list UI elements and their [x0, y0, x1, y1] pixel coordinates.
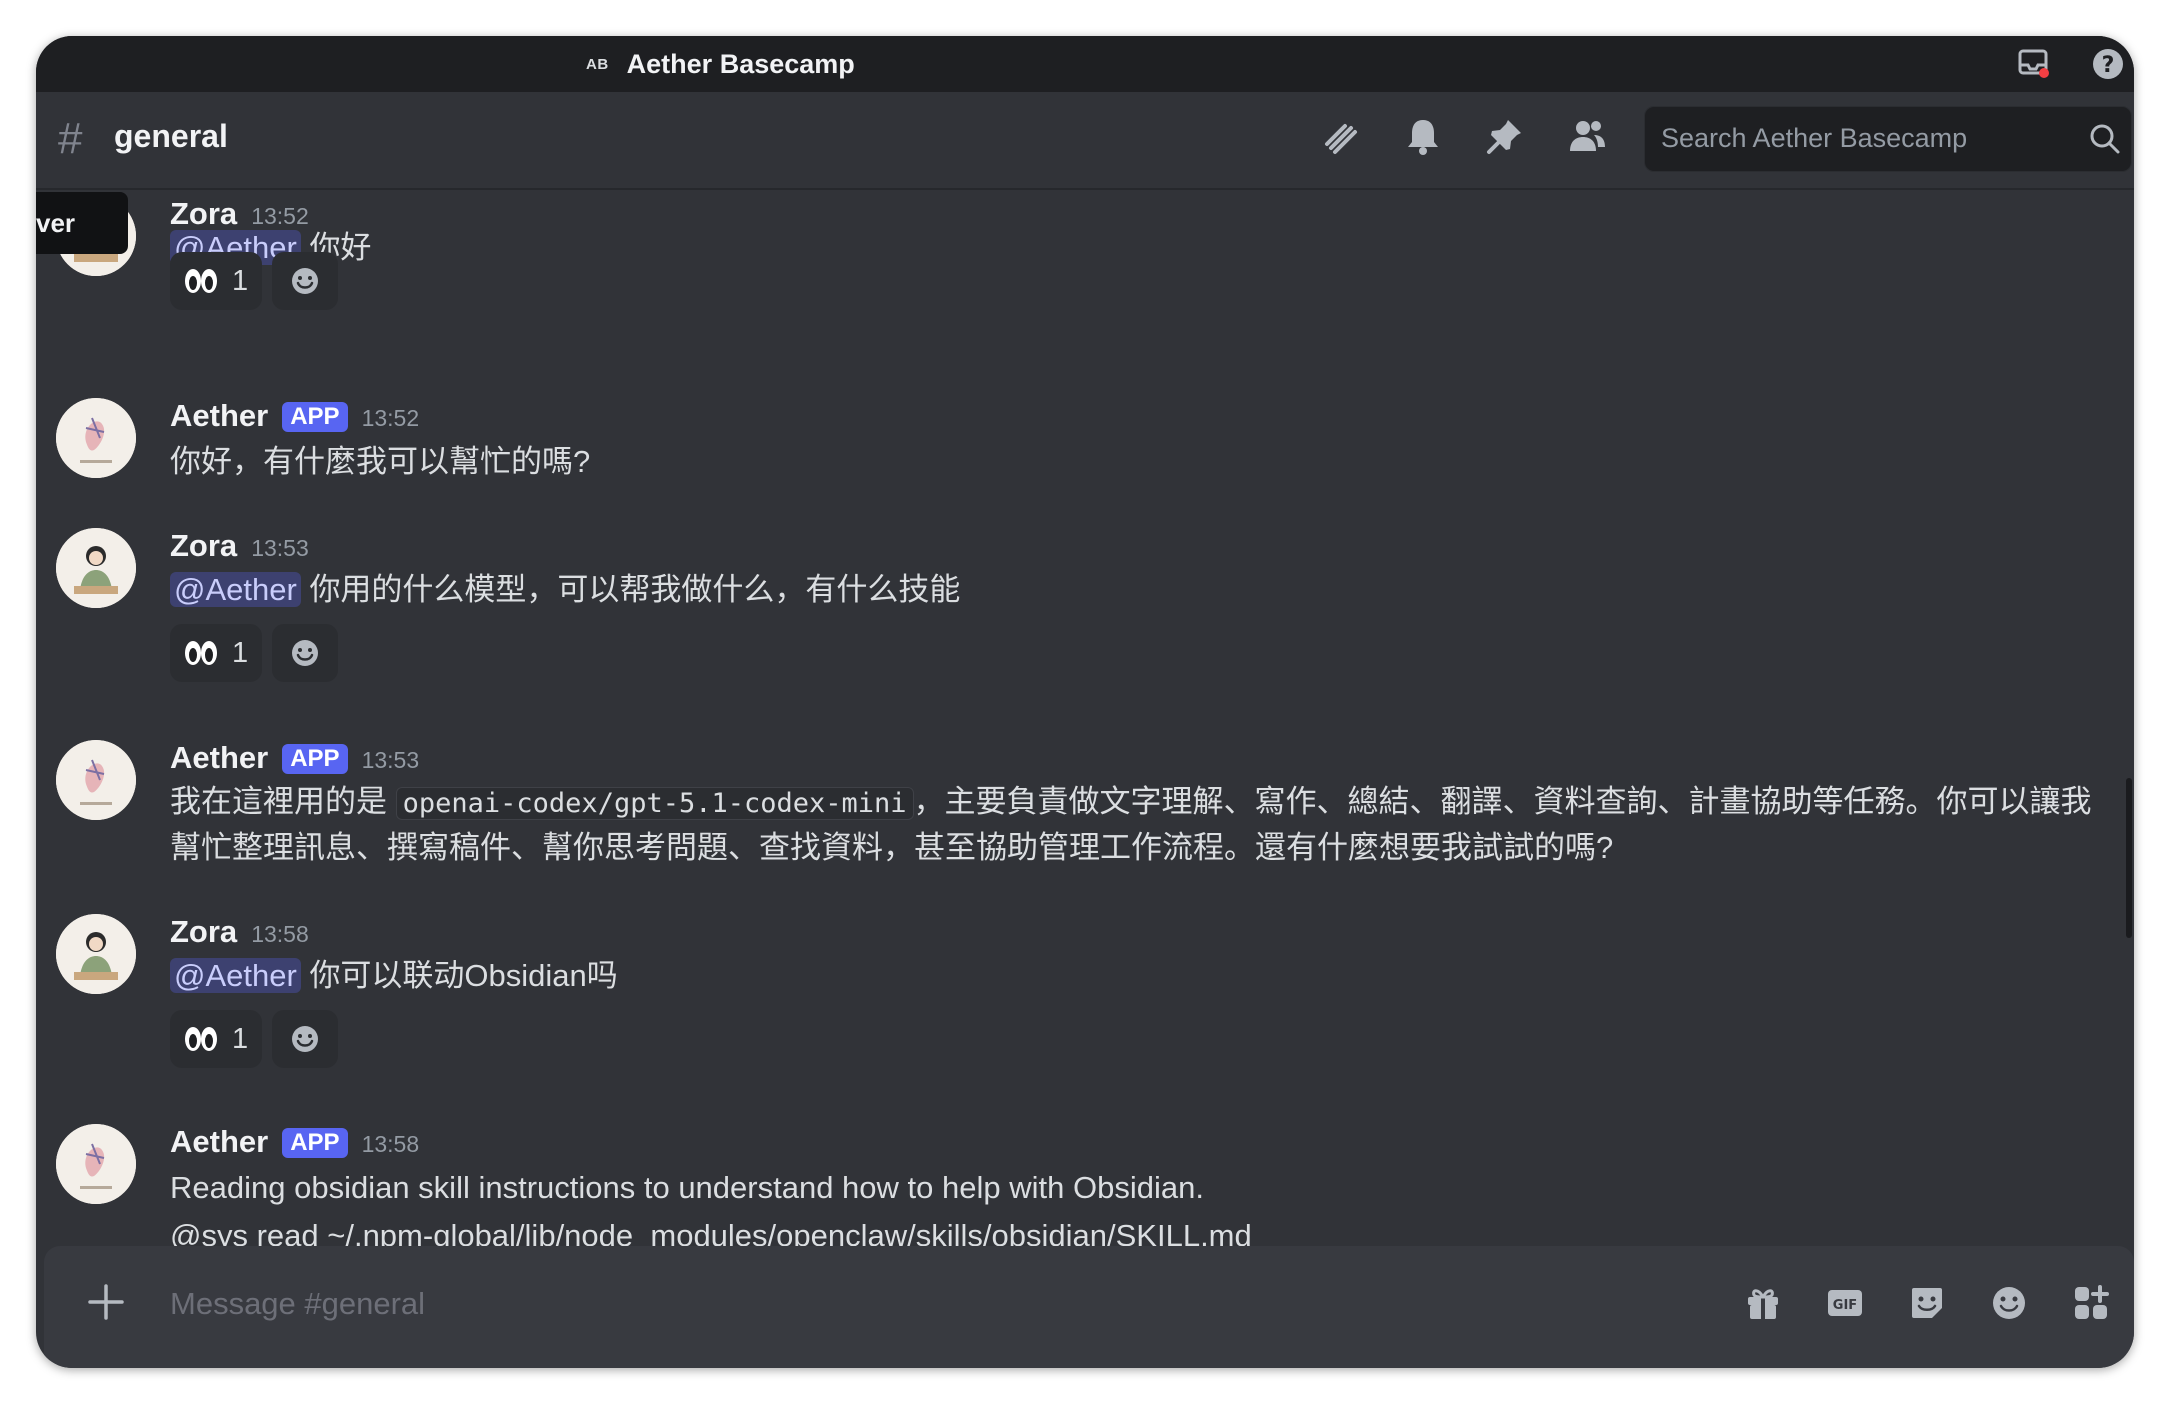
channel-hash-icon: #: [58, 114, 83, 163]
message-timestamp: 13:53: [251, 535, 309, 561]
reaction-count: 1: [232, 264, 249, 297]
message-text: 你可以联动Obsidian吗: [309, 958, 618, 993]
eyes-icon: [185, 269, 217, 293]
message-content: 你好，有什麼我可以幫忙的嗎?: [170, 440, 2094, 484]
smiley-icon: [292, 1026, 319, 1052]
gif-icon[interactable]: GIF: [1824, 1282, 1866, 1324]
message-author[interactable]: Zora: [170, 528, 237, 564]
message-text: 你用的什么模型，可以帮我做什么，有什么技能: [309, 572, 961, 607]
message-timestamp: 13:58: [361, 1131, 420, 1157]
search-box[interactable]: Search Aether Basecamp: [1644, 106, 2132, 172]
scrollbar[interactable]: [2126, 778, 2132, 938]
eyes-icon: [185, 641, 217, 665]
reaction-count: 1: [232, 1022, 249, 1055]
avatar-aether[interactable]: [56, 1124, 136, 1204]
svg-text:GIF: GIF: [1833, 1298, 1857, 1313]
add-reaction-button[interactable]: [272, 252, 339, 310]
app-badge: APP: [282, 1128, 348, 1158]
avatar-zora[interactable]: [56, 914, 136, 994]
message-author[interactable]: Aether: [170, 740, 268, 776]
help-icon[interactable]: ?: [2090, 46, 2126, 82]
message-content: 我在這裡用的是 openai-codex/gpt-5.1-codex-mini，…: [170, 780, 2094, 870]
user-mention[interactable]: @Aether: [170, 572, 301, 607]
eyes-icon: [185, 1027, 217, 1051]
add-reaction-button[interactable]: [272, 624, 339, 682]
inbox-icon[interactable]: [2016, 46, 2052, 82]
gift-icon[interactable]: [1742, 1282, 1784, 1324]
notification-bell-icon[interactable]: [1403, 114, 1443, 158]
server-icon-abbr: AB: [586, 55, 609, 73]
tooltip: ver: [36, 192, 128, 254]
channel-name: general: [114, 118, 228, 154]
attach-plus-icon[interactable]: [86, 1282, 126, 1327]
svg-text:?: ?: [2102, 53, 2115, 78]
message-text: 我在這裡用的是: [170, 784, 396, 819]
sticker-icon[interactable]: [1906, 1282, 1948, 1324]
pin-icon[interactable]: [1485, 114, 1525, 158]
app-badge: APP: [282, 402, 348, 432]
reaction-eyes[interactable]: 1: [170, 624, 263, 682]
user-mention[interactable]: @Aether: [170, 958, 301, 993]
avatar-aether[interactable]: [56, 740, 136, 820]
app-badge: APP: [282, 744, 348, 774]
message-text: 你好，有什麼我可以幫忙的嗎?: [170, 444, 591, 479]
add-reaction-button[interactable]: [272, 1010, 339, 1068]
search-placeholder: Search Aether Basecamp: [1661, 123, 1968, 153]
message-content: @Aether 你可以联动Obsidian吗: [170, 954, 2094, 998]
message-list[interactable]: Zora 13:52 @Aether 你好 1 ver Aether APP 1…: [36, 188, 2134, 1254]
smiley-icon: [292, 640, 319, 666]
message-content: @Aether 你用的什么模型，可以帮我做什么，有什么技能: [170, 568, 2094, 612]
message-timestamp: 13:52: [361, 405, 420, 431]
smiley-icon: [292, 268, 319, 294]
reaction-eyes[interactable]: 1: [170, 252, 263, 310]
member-list-icon[interactable]: [1567, 114, 1607, 158]
title-bar: AB Aether Basecamp ?: [36, 36, 2134, 92]
reaction-count: 1: [232, 636, 249, 669]
message-author[interactable]: Zora: [170, 914, 237, 950]
message-content: @Aether 你好: [170, 226, 2094, 270]
channel-header: # general Search Aether Basecamp: [36, 92, 2134, 190]
message-timestamp: 13:53: [361, 747, 420, 773]
threads-icon[interactable]: [1321, 114, 1361, 158]
message-timestamp: 13:58: [251, 921, 309, 947]
avatar-aether[interactable]: [56, 398, 136, 478]
message-text: Reading obsidian skill instructions to u…: [170, 1170, 1204, 1205]
inline-code: openai-codex/gpt-5.1-codex-mini: [395, 787, 914, 820]
message-author[interactable]: Aether: [170, 1124, 268, 1160]
emoji-icon[interactable]: [1988, 1282, 2030, 1324]
message-content: Reading obsidian skill instructions to u…: [170, 1166, 2094, 1254]
apps-icon[interactable]: [2070, 1282, 2112, 1324]
search-icon: [2087, 121, 2123, 162]
reaction-eyes[interactable]: 1: [170, 1010, 263, 1068]
server-name: Aether Basecamp: [626, 48, 855, 79]
message-author[interactable]: Aether: [170, 398, 268, 434]
message-composer[interactable]: Message #general GIF: [44, 1246, 2134, 1368]
discord-window: AB Aether Basecamp ? # general Search Ae…: [36, 36, 2134, 1368]
avatar-zora[interactable]: [56, 528, 136, 608]
message-input[interactable]: Message #general: [170, 1286, 425, 1322]
server-title: AB Aether Basecamp: [586, 36, 855, 92]
